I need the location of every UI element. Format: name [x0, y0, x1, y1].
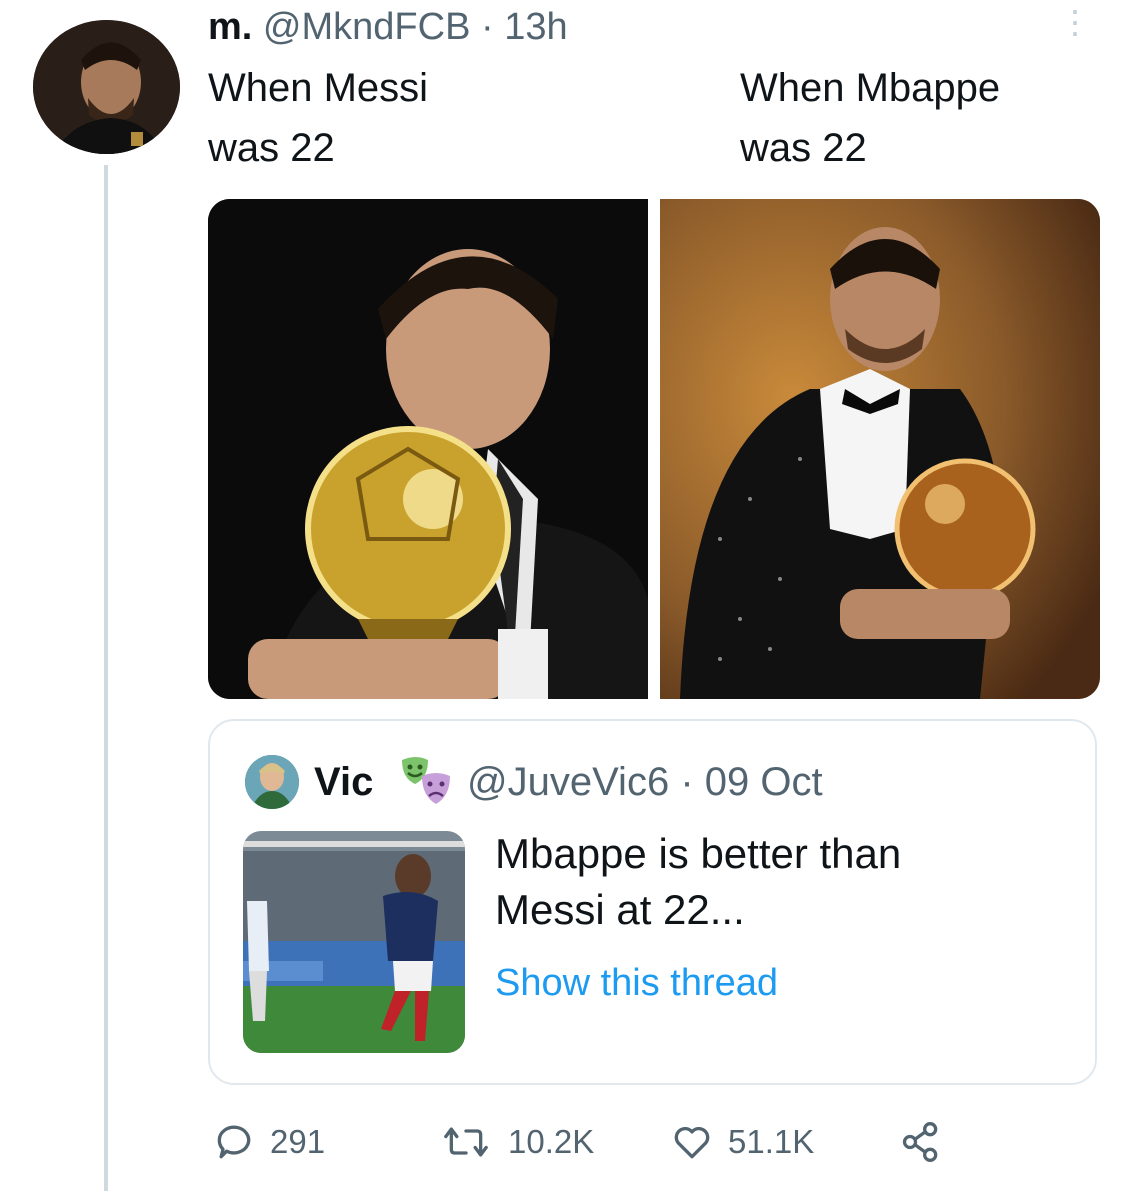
tweet-header: m. @MkndFCB · 13h — [208, 6, 568, 49]
handle[interactable]: @MkndFCB — [263, 6, 471, 48]
share-button[interactable] — [898, 1120, 958, 1164]
right-caption: When Mbappe was 22 — [740, 66, 1001, 170]
reply-button[interactable]: 291 — [212, 1120, 325, 1164]
retweet-icon — [444, 1127, 488, 1157]
separator: · — [480, 6, 494, 48]
retweet-button[interactable]: 10.2K — [438, 1120, 594, 1164]
retweet-count: 10.2K — [508, 1123, 595, 1160]
quoted-handle[interactable]: @JuveVic6 — [467, 760, 669, 804]
quoted-separator: · — [680, 760, 694, 804]
left-caption: When Messi was 22 — [208, 66, 429, 170]
thread-line — [104, 165, 108, 1191]
quoted-text: Mbappe is better than Messi at 22... — [495, 830, 902, 933]
theater-masks-emoji — [398, 752, 456, 810]
heart-icon — [674, 1127, 710, 1159]
tweet-photo-right[interactable] — [660, 199, 1100, 699]
quoted-date[interactable]: 09 Oct — [705, 760, 823, 804]
timestamp[interactable]: 13h — [504, 6, 567, 48]
share-icon — [902, 1122, 938, 1162]
show-thread-link[interactable]: Show this thread — [495, 962, 778, 1005]
quoted-meta: @JuveVic6 · 09 Oct — [467, 760, 823, 805]
display-name[interactable]: m. — [208, 6, 252, 48]
reply-count: 291 — [270, 1123, 326, 1160]
quoted-name[interactable]: Vic — [314, 760, 373, 805]
reply-icon — [217, 1125, 251, 1159]
quoted-avatar[interactable] — [245, 755, 299, 809]
avatar[interactable] — [33, 20, 180, 154]
like-button[interactable]: 51.1K — [670, 1120, 814, 1164]
tweet-photo-left[interactable] — [208, 199, 648, 699]
like-count: 51.1K — [728, 1123, 815, 1160]
quoted-thumbnail[interactable] — [243, 831, 465, 1053]
more-vertical-icon[interactable]: · · · — [1068, 0, 1082, 50]
